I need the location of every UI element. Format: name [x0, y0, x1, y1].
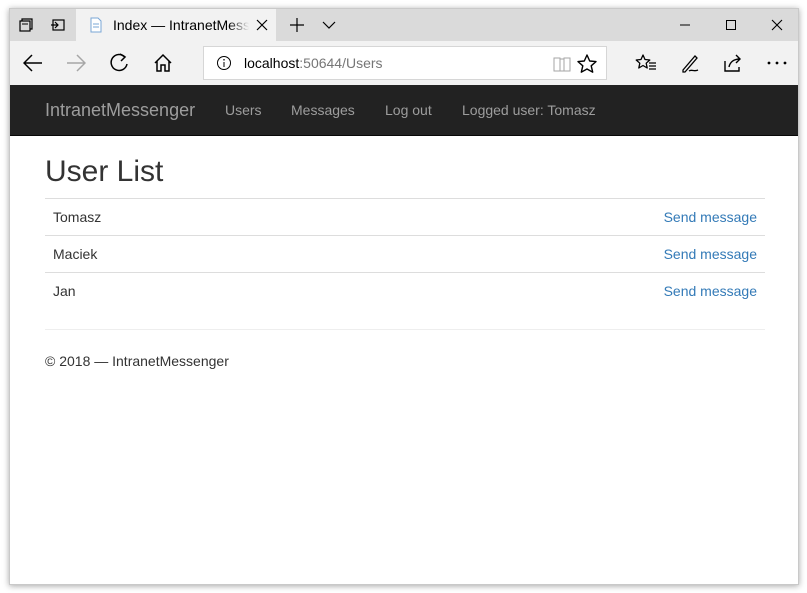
maximize-icon[interactable]	[708, 9, 754, 41]
table-row: Maciek Send message	[45, 235, 765, 273]
site-navbar: IntranetMessenger Users Messages Log out…	[10, 85, 798, 136]
more-icon[interactable]	[758, 45, 796, 81]
user-table: Tomasz Send message Maciek Send message …	[45, 198, 765, 310]
tab-index[interactable]: Index — IntranetMessenger	[76, 9, 276, 41]
plus-icon[interactable]	[281, 9, 313, 41]
chevron-down-icon[interactable]	[313, 9, 345, 41]
forward-arrow-icon	[57, 45, 95, 81]
user-name: Maciek	[45, 235, 312, 273]
browser-window: Index — IntranetMessenger	[9, 8, 799, 585]
site-brand[interactable]: IntranetMessenger	[45, 100, 195, 121]
nav-users[interactable]: Users	[225, 102, 262, 118]
nav-logout[interactable]: Log out	[385, 102, 432, 118]
send-message-link[interactable]: Send message	[664, 246, 757, 262]
logged-user-label: Logged user: Tomasz	[462, 102, 596, 118]
browser-toolbar: localhost:50644/Users	[10, 41, 798, 85]
set-tabs-aside-icon[interactable]	[42, 9, 74, 41]
footer-divider	[45, 329, 765, 330]
back-arrow-icon[interactable]	[14, 45, 52, 81]
footer-text: © 2018 — IntranetMessenger	[45, 353, 229, 369]
user-name: Tomasz	[45, 198, 312, 236]
send-message-link[interactable]: Send message	[664, 209, 757, 225]
address-url: localhost:50644/Users	[244, 55, 383, 71]
share-icon[interactable]	[714, 45, 752, 81]
page-icon	[90, 17, 102, 33]
close-icon[interactable]	[254, 17, 270, 33]
tab-title: Index — IntranetMessenger	[113, 17, 249, 33]
favorites-icon[interactable]	[627, 45, 665, 81]
close-window-icon[interactable]	[754, 9, 798, 41]
star-icon[interactable]	[576, 53, 598, 75]
page-title: User List	[45, 155, 164, 188]
tab-bar: Index — IntranetMessenger	[10, 9, 798, 41]
nav-messages[interactable]: Messages	[291, 102, 355, 118]
send-message-link[interactable]: Send message	[664, 283, 757, 299]
reading-view-icon[interactable]	[552, 54, 572, 74]
table-row: Jan Send message	[45, 272, 765, 310]
tabs-aside-icon[interactable]	[10, 9, 42, 41]
address-host: localhost	[244, 55, 300, 71]
refresh-icon[interactable]	[100, 45, 138, 81]
page-viewport: IntranetMessenger Users Messages Log out…	[10, 85, 798, 584]
address-path: :50644/Users	[299, 55, 383, 71]
send-message-cell: Send message	[311, 198, 765, 236]
send-message-cell: Send message	[311, 235, 765, 273]
send-message-cell: Send message	[311, 272, 765, 310]
pen-icon[interactable]	[671, 45, 709, 81]
home-icon[interactable]	[144, 45, 182, 81]
user-name: Jan	[45, 272, 312, 310]
info-icon[interactable]	[216, 55, 232, 71]
table-row: Tomasz Send message	[45, 198, 765, 236]
minimize-icon[interactable]	[662, 9, 708, 41]
address-bar[interactable]: localhost:50644/Users	[203, 46, 607, 80]
